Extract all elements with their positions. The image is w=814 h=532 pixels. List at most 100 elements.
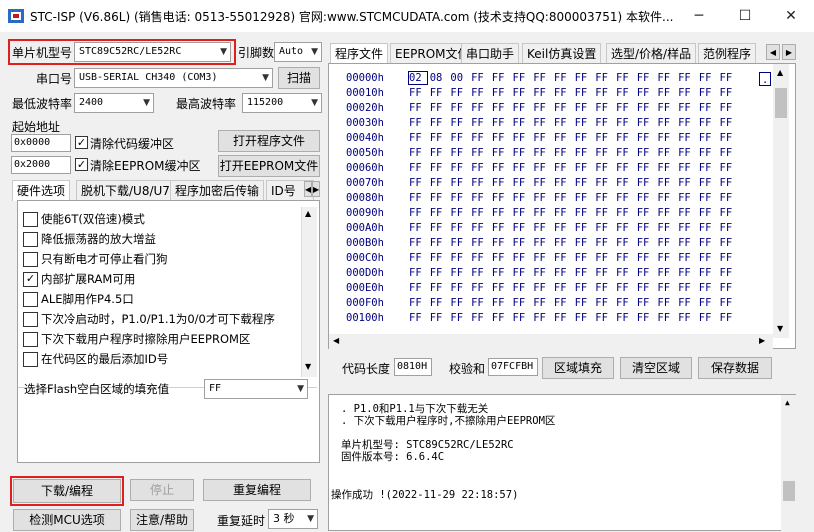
hex-byte[interactable]: FF xyxy=(513,102,531,114)
hex-byte[interactable]: FF xyxy=(637,297,655,309)
options-scrollbar[interactable]: ▲ ▼ xyxy=(301,207,317,377)
max-baud-select[interactable]: 115200 ▼ xyxy=(242,93,322,113)
hex-byte[interactable]: FF xyxy=(637,237,655,249)
hex-byte[interactable]: FF xyxy=(533,117,551,129)
hex-byte[interactable]: FF xyxy=(409,237,427,249)
hex-byte[interactable]: FF xyxy=(699,282,717,294)
hex-byte[interactable]: FF xyxy=(513,207,531,219)
hex-byte[interactable]: FF xyxy=(720,162,738,174)
hex-byte[interactable]: FF xyxy=(533,192,551,204)
clear-code-checkbox[interactable]: ✓ xyxy=(75,136,88,149)
hex-byte[interactable]: FF xyxy=(409,147,427,159)
hex-byte[interactable]: FF xyxy=(637,222,655,234)
hex-byte[interactable]: FF xyxy=(699,237,717,249)
hex-byte[interactable]: FF xyxy=(595,252,613,264)
hex-byte[interactable]: FF xyxy=(637,207,655,219)
hex-byte[interactable]: FF xyxy=(595,222,613,234)
hex-byte[interactable]: FF xyxy=(450,237,468,249)
hex-byte[interactable]: FF xyxy=(575,132,593,144)
hex-byte[interactable]: FF xyxy=(533,207,551,219)
hex-byte[interactable]: FF xyxy=(533,312,551,324)
hex-byte[interactable]: FF xyxy=(409,267,427,279)
hex-byte[interactable]: FF xyxy=(533,72,551,84)
hex-byte[interactable]: FF xyxy=(575,192,593,204)
log-output[interactable]: . P1.0和P1.1与下次下载无关. 下次下载用户程序时,不擦除用户EEPRO… xyxy=(328,394,797,532)
hex-byte[interactable]: FF xyxy=(409,312,427,324)
hex-byte[interactable]: FF xyxy=(554,267,572,279)
hex-byte[interactable]: FF xyxy=(720,267,738,279)
hex-byte[interactable]: FF xyxy=(554,162,572,174)
hex-byte[interactable]: FF xyxy=(595,282,613,294)
hex-byte[interactable]: FF xyxy=(699,162,717,174)
hex-byte[interactable]: FF xyxy=(616,72,634,84)
hex-byte[interactable]: FF xyxy=(657,192,675,204)
hex-byte[interactable]: FF xyxy=(492,87,510,99)
hex-byte[interactable]: FF xyxy=(430,117,448,129)
hex-byte[interactable]: FF xyxy=(533,267,551,279)
hex-byte[interactable]: FF xyxy=(430,102,448,114)
hex-byte[interactable]: FF xyxy=(616,102,634,114)
hex-byte[interactable]: FF xyxy=(513,237,531,249)
scroll-thumb[interactable] xyxy=(783,481,795,501)
hex-byte[interactable]: FF xyxy=(637,162,655,174)
hex-byte[interactable]: FF xyxy=(699,207,717,219)
hex-byte[interactable]: FF xyxy=(720,312,738,324)
hex-byte[interactable]: FF xyxy=(533,222,551,234)
maximize-button[interactable]: ☐ xyxy=(722,0,768,32)
hex-byte[interactable]: FF xyxy=(471,132,489,144)
hex-byte[interactable]: 08 xyxy=(430,72,448,84)
hex-byte[interactable]: FF xyxy=(430,132,448,144)
option-checkbox[interactable] xyxy=(23,232,38,247)
hex-byte[interactable]: FF xyxy=(450,222,468,234)
hex-byte[interactable]: FF xyxy=(699,87,717,99)
hex-byte[interactable]: FF xyxy=(575,252,593,264)
clear-area-button[interactable]: 清空区域 xyxy=(620,357,692,379)
hex-byte[interactable]: FF xyxy=(637,147,655,159)
hex-byte[interactable]: FF xyxy=(637,312,655,324)
hex-byte[interactable]: FF xyxy=(678,87,696,99)
hex-byte[interactable]: FF xyxy=(471,102,489,114)
tab-keil-settings[interactable]: Keil仿真设置 xyxy=(522,43,602,64)
hex-byte[interactable]: FF xyxy=(720,222,738,234)
hex-byte[interactable]: FF xyxy=(616,147,634,159)
hex-byte[interactable]: FF xyxy=(699,147,717,159)
hex-byte[interactable]: FF xyxy=(492,252,510,264)
hex-byte[interactable]: FF xyxy=(699,252,717,264)
fill-value-select[interactable]: FF ▼ xyxy=(204,379,308,399)
hex-byte[interactable]: FF xyxy=(450,102,468,114)
hex-byte[interactable]: FF xyxy=(430,267,448,279)
hex-byte[interactable]: FF xyxy=(720,282,738,294)
hex-byte[interactable]: FF xyxy=(595,87,613,99)
hex-byte[interactable]: FF xyxy=(533,252,551,264)
hex-byte[interactable]: FF xyxy=(471,312,489,324)
hex-byte[interactable]: FF xyxy=(430,312,448,324)
hex-byte[interactable]: FF xyxy=(720,297,738,309)
hex-byte[interactable]: FF xyxy=(575,312,593,324)
hex-byte[interactable]: FF xyxy=(616,207,634,219)
option-checkbox[interactable] xyxy=(23,212,38,227)
option-checkbox[interactable] xyxy=(23,352,38,367)
hex-byte[interactable]: FF xyxy=(492,132,510,144)
mcu-select[interactable]: STC89C52RC/LE52RC ▼ xyxy=(74,42,231,62)
hex-byte[interactable]: FF xyxy=(616,312,634,324)
hex-byte[interactable]: FF xyxy=(720,192,738,204)
hex-byte[interactable]: FF xyxy=(678,147,696,159)
hex-byte[interactable]: FF xyxy=(595,192,613,204)
hex-byte[interactable]: FF xyxy=(720,237,738,249)
hex-byte[interactable]: FF xyxy=(492,267,510,279)
hex-byte[interactable]: FF xyxy=(471,297,489,309)
tab-hardware-options[interactable]: 硬件选项 xyxy=(12,180,71,201)
hex-byte[interactable]: FF xyxy=(430,87,448,99)
hex-byte[interactable]: FF xyxy=(616,177,634,189)
hex-byte[interactable]: FF xyxy=(554,237,572,249)
hex-byte[interactable]: FF xyxy=(595,237,613,249)
scroll-thumb[interactable] xyxy=(775,88,787,118)
hex-byte[interactable]: FF xyxy=(513,222,531,234)
hex-byte[interactable]: FF xyxy=(409,87,427,99)
hex-byte[interactable]: FF xyxy=(471,282,489,294)
hex-byte[interactable]: FF xyxy=(657,297,675,309)
hex-byte[interactable]: FF xyxy=(657,207,675,219)
option-checkbox[interactable] xyxy=(23,332,38,347)
hex-byte[interactable]: FF xyxy=(637,117,655,129)
hex-byte[interactable]: FF xyxy=(554,117,572,129)
